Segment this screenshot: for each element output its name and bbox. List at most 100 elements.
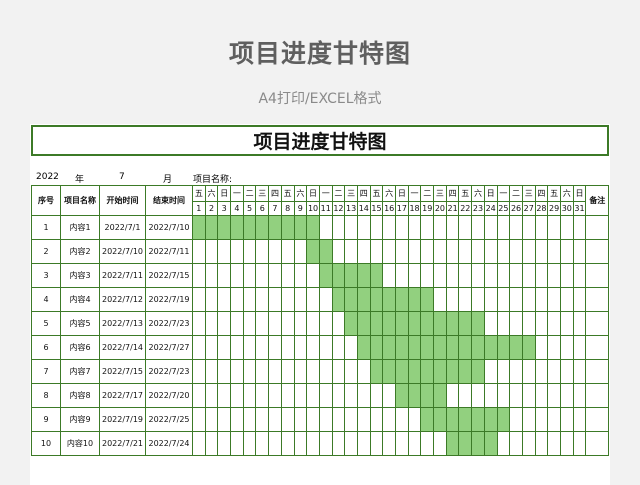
- gantt-bar-cell: [445, 311, 460, 336]
- row-index: 5: [31, 311, 61, 336]
- gantt-empty-cell: [204, 287, 219, 312]
- gantt-empty-cell: [268, 311, 282, 336]
- gantt-empty-cell: [572, 359, 587, 384]
- gantt-empty-cell: [572, 407, 587, 432]
- day-number-cell: 2: [204, 201, 219, 216]
- gantt-empty-cell: [521, 383, 536, 408]
- gantt-empty-cell: [521, 359, 536, 384]
- gantt-empty-cell: [471, 239, 485, 264]
- gantt-empty-cell: [344, 215, 358, 240]
- gantt-bar-cell: [356, 263, 371, 288]
- row-project-name: 内容3: [60, 263, 100, 288]
- gantt-bar-cell: [445, 359, 460, 384]
- gantt-bar-cell: [420, 359, 435, 384]
- gantt-empty-cell: [217, 383, 232, 408]
- gantt-empty-cell: [255, 263, 270, 288]
- gantt-empty-cell: [204, 335, 219, 360]
- gantt-empty-cell: [509, 215, 523, 240]
- day-number-cell: 3: [217, 201, 232, 216]
- gantt-empty-cell: [572, 215, 587, 240]
- gantt-empty-cell: [534, 383, 549, 408]
- gantt-empty-cell: [318, 335, 333, 360]
- gantt-empty-cell: [306, 263, 320, 288]
- weekday-cell: 二: [420, 185, 435, 202]
- gantt-empty-cell: [293, 263, 308, 288]
- header-row-weekdays: 序号 项目名称 开始时间 结束时间五六日一二三四五六日一二三四五六日一二三四五六日一二…: [31, 185, 610, 216]
- table-row: 5 内容5 2022/7/13 2022/7/23: [31, 311, 610, 336]
- header-end-time: 结束时间: [145, 185, 193, 216]
- row-start-time: 2022/7/15: [99, 359, 146, 384]
- gantt-empty-cell: [217, 335, 232, 360]
- gantt-empty-cell: [483, 383, 498, 408]
- gantt-empty-cell: [547, 215, 561, 240]
- row-end-time: 2022/7/25: [145, 407, 193, 432]
- gantt-empty-cell: [255, 239, 270, 264]
- weekday-cell: 三: [521, 185, 536, 202]
- day-number-cell: 23: [471, 201, 485, 216]
- day-number-cell: 31: [572, 201, 587, 216]
- gantt-bar-cell: [445, 407, 460, 432]
- gantt-empty-cell: [356, 407, 371, 432]
- year-label: 年: [75, 175, 85, 185]
- page-subtitle: A4打印/EXCEL格式: [258, 91, 382, 107]
- row-start-time: 2022/7/13: [99, 311, 146, 336]
- gantt-empty-cell: [509, 407, 523, 432]
- gantt-empty-cell: [242, 311, 257, 336]
- gantt-empty-cell: [572, 431, 587, 456]
- row-project-name: 内容8: [60, 383, 100, 408]
- gantt-bar-cell: [471, 407, 485, 432]
- gantt-empty-cell: [306, 335, 320, 360]
- gantt-empty-cell: [280, 383, 295, 408]
- table-row: 1 内容1 2022/7/1 2022/7/10: [31, 215, 610, 240]
- gantt-empty-cell: [382, 383, 396, 408]
- year-value: 2022: [36, 172, 59, 182]
- gantt-bar-cell: [369, 287, 384, 312]
- gantt-bar-cell: [306, 215, 320, 240]
- day-number-cell: 16: [382, 201, 396, 216]
- gantt-empty-cell: [331, 311, 346, 336]
- gantt-empty-cell: [496, 359, 511, 384]
- gantt-empty-cell: [382, 407, 396, 432]
- gantt-empty-cell: [268, 359, 282, 384]
- gantt-empty-cell: [344, 383, 358, 408]
- gantt-empty-cell: [534, 431, 549, 456]
- gantt-empty-cell: [242, 407, 257, 432]
- gantt-empty-cell: [293, 335, 308, 360]
- weekday-cell: 一: [407, 185, 422, 202]
- gantt-bar-cell: [306, 239, 320, 264]
- day-number-cell: 28: [534, 201, 549, 216]
- project-name-label: 项目名称:: [193, 175, 233, 185]
- gantt-empty-cell: [445, 287, 460, 312]
- weekday-cell: 四: [268, 185, 282, 202]
- gantt-bar-cell: [433, 311, 447, 336]
- gantt-empty-cell: [547, 407, 561, 432]
- weekday-cell: 六: [204, 185, 219, 202]
- gantt-empty-cell: [445, 215, 460, 240]
- gantt-bar-cell: [420, 335, 435, 360]
- month-label: 月: [163, 175, 173, 185]
- gantt-empty-cell: [559, 287, 574, 312]
- gantt-empty-cell: [521, 287, 536, 312]
- gantt-empty-cell: [230, 431, 244, 456]
- row-index: 1: [31, 215, 61, 240]
- gantt-bar-cell: [369, 335, 384, 360]
- gantt-empty-cell: [572, 311, 587, 336]
- gantt-empty-cell: [293, 311, 308, 336]
- gantt-empty-cell: [331, 431, 346, 456]
- gantt-bar-cell: [344, 287, 358, 312]
- gantt-empty-cell: [306, 359, 320, 384]
- gantt-empty-cell: [356, 431, 371, 456]
- gantt-empty-cell: [242, 239, 257, 264]
- gantt-empty-cell: [306, 431, 320, 456]
- header-index: 序号: [31, 185, 61, 216]
- gantt-empty-cell: [458, 215, 473, 240]
- gantt-empty-cell: [255, 311, 270, 336]
- weekday-cell: 四: [445, 185, 460, 202]
- gantt-bar-cell: [407, 383, 422, 408]
- row-start-time: 2022/7/10: [99, 239, 146, 264]
- row-note: [585, 407, 610, 432]
- weekday-cell: 五: [369, 185, 384, 202]
- gantt-empty-cell: [344, 431, 358, 456]
- gantt-bar-cell: [356, 335, 371, 360]
- gantt-empty-cell: [471, 287, 485, 312]
